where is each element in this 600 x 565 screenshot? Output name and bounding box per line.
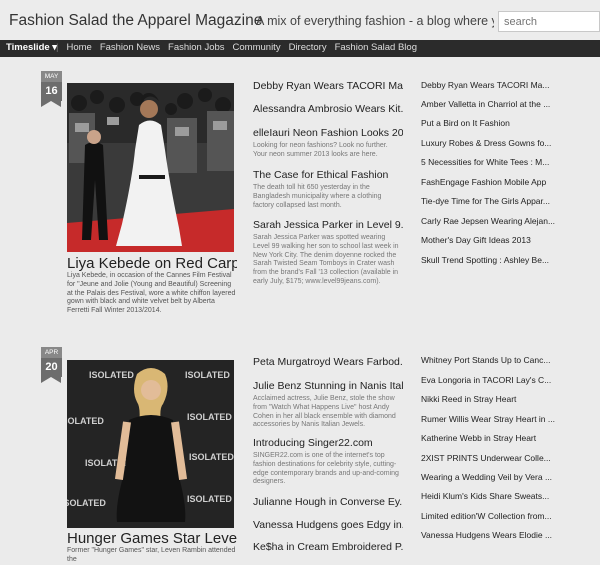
date-badge-day: 16	[41, 82, 62, 101]
post-excerpt: Looking for neon fashions? Look no furth…	[253, 142, 388, 158]
side-link[interactable]: FashEngage Fashion Mobile App	[421, 177, 600, 187]
side-link[interactable]: Skull Trend Spotting : Ashley Be...	[421, 255, 600, 265]
post-item[interactable]: Peta Murgatroyd Wears Farbod...	[253, 356, 403, 368]
backdrop-logo-text: ISOLATED	[67, 498, 106, 508]
side-link[interactable]: Whitney Port Stands Up to Canc...	[421, 355, 600, 365]
post-title[interactable]: Peta Murgatroyd Wears Farbod...	[253, 356, 403, 368]
red-carpet-photo	[67, 83, 234, 252]
post-title[interactable]: elleIauri Neon Fashion Looks 2013	[253, 127, 403, 139]
post-title[interactable]: Julie Benz Stunning in Nanis Ital...	[253, 380, 403, 392]
post-item[interactable]: Sarah Jessica Parker in Level 9... Sarah…	[253, 219, 403, 287]
search-input[interactable]	[498, 11, 600, 32]
post-item[interactable]: Ke$ha in Cream Embroidered P...	[253, 541, 403, 553]
post-item[interactable]: Julie Benz Stunning in Nanis Ital... Acc…	[253, 380, 403, 430]
side-link[interactable]: Put a Bird on It Fashion	[421, 118, 600, 128]
date-badge-month: APR	[41, 347, 62, 358]
post-title[interactable]: Debby Ryan Wears TACORI Ma...	[253, 80, 403, 92]
post-excerpt: The death toll hit 650 yesterday in the …	[253, 184, 382, 209]
post-item[interactable]: elleIauri Neon Fashion Looks 2013 Lookin…	[253, 127, 403, 160]
feature-excerpt: Former "Hunger Games" star, Leven Rambin…	[67, 547, 236, 563]
date-badge-tip	[41, 101, 61, 107]
side-link[interactable]: Limited edition'W Collection from...	[421, 511, 600, 521]
timeslide-dropdown[interactable]: Timeslide ▾	[6, 42, 57, 53]
post-title[interactable]: The Case for Ethical Fashion	[253, 169, 403, 181]
side-link[interactable]: Nikki Reed in Stray Heart	[421, 394, 600, 404]
post-title[interactable]: Ke$ha in Cream Embroidered P...	[253, 541, 403, 553]
nav-separator: |	[56, 42, 59, 53]
side-link[interactable]: Luxury Robes & Dress Gowns fo...	[421, 138, 600, 148]
post-title[interactable]: Introducing Singer22.com	[253, 437, 403, 449]
side-link[interactable]: Carly Rae Jepsen Wearing Alejan...	[421, 216, 600, 226]
side-link[interactable]: Amber Valletta in Charriol at the ...	[421, 99, 600, 109]
date-badge: MAY 16	[41, 71, 62, 107]
post-excerpt: SINGER22.com is one of the internet's to…	[253, 452, 399, 486]
side-link[interactable]: 2XIST PRINTS Underwear Colle...	[421, 453, 600, 463]
site-title[interactable]: Fashion Salad the Apparel Magazine	[9, 12, 262, 30]
side-link[interactable]: 5 Necessities for White Tees : M...	[421, 157, 600, 167]
side-link[interactable]: Mother's Day Gift Ideas 2013	[421, 235, 600, 245]
post-item[interactable]: Debby Ryan Wears TACORI Ma...	[253, 80, 403, 92]
site-header: Fashion Salad the Apparel Magazine A mix…	[0, 0, 600, 40]
post-item[interactable]: Introducing Singer22.com SINGER22.com is…	[253, 437, 403, 487]
post-title[interactable]: Alessandra Ambrosio Wears Kit...	[253, 103, 403, 115]
side-link[interactable]: Tie-dye Time for The Girls Appar...	[421, 196, 600, 206]
side-link[interactable]: Wearing a Wedding Veil by Vera ...	[421, 472, 600, 482]
feature-photo[interactable]: ISOLATED ISOLATED ISOLATED ISOLATED ISOL…	[67, 360, 234, 528]
backdrop-logo-text: ISOLATED	[189, 452, 234, 462]
backdrop-logo-text: ISOLATED	[187, 412, 232, 422]
nav-link-home[interactable]: Home	[66, 42, 91, 53]
backdrop-photo: ISOLATED ISOLATED ISOLATED ISOLATED ISOL…	[67, 360, 234, 528]
post-item[interactable]: Julianne Hough in Converse Ey...	[253, 496, 403, 508]
backdrop-logo-text: ISOLATED	[89, 370, 134, 380]
side-link[interactable]: Rumer Willis Wear Stray Heart in ...	[421, 414, 600, 424]
feature-title[interactable]: Hunger Games Star Leve...	[67, 530, 237, 547]
backdrop-logo-text: ISOLATED	[187, 494, 232, 504]
post-title[interactable]: Sarah Jessica Parker in Level 9...	[253, 219, 403, 231]
feature-excerpt: Liya Kebede, in occasion of the Cannes F…	[67, 272, 236, 315]
nav-bar: Timeslide ▾ | Home Fashion News Fashion …	[0, 40, 600, 57]
post-item[interactable]: The Case for Ethical Fashion The death t…	[253, 169, 403, 210]
side-link[interactable]: Debby Ryan Wears TACORI Ma...	[421, 80, 600, 90]
side-link[interactable]: Heidi Klum's Kids Share Sweats...	[421, 491, 600, 501]
date-badge-month: MAY	[41, 71, 62, 82]
side-link[interactable]: Eva Longoria in TACORI Lay's C...	[421, 375, 600, 385]
backdrop-logo-text: ISOLATED	[185, 370, 230, 380]
feature-photo[interactable]	[67, 83, 234, 252]
nav-link-directory[interactable]: Directory	[289, 42, 327, 53]
nav-link-fashion-news[interactable]: Fashion News	[100, 42, 160, 53]
nav-links: | Home Fashion News Fashion Jobs Communi…	[56, 42, 425, 53]
side-link[interactable]: Vanessa Hudgens Wears Elodie ...	[421, 530, 600, 540]
backdrop-logo-text: ISOLATED	[67, 416, 104, 426]
date-badge: APR 20	[41, 347, 62, 383]
post-excerpt: Sarah Jessica Parker was spotted wearing…	[253, 234, 399, 285]
nav-link-community[interactable]: Community	[233, 42, 281, 53]
post-title[interactable]: Vanessa Hudgens goes Edgy in...	[253, 519, 403, 531]
side-link[interactable]: Katherine Webb in Stray Heart	[421, 433, 600, 443]
post-item[interactable]: Alessandra Ambrosio Wears Kit...	[253, 103, 403, 115]
feature-title[interactable]: Liya Kebede on Red Carp...	[67, 255, 237, 272]
post-excerpt: Acclaimed actress, Julie Benz, stole the…	[253, 395, 396, 429]
site-tagline: A mix of everything fashion - a blog whe…	[256, 14, 494, 28]
date-badge-tip	[41, 377, 61, 383]
post-title[interactable]: Julianne Hough in Converse Ey...	[253, 496, 403, 508]
date-badge-day: 20	[41, 358, 62, 377]
nav-link-fashion-jobs[interactable]: Fashion Jobs	[168, 42, 225, 53]
nav-link-fashion-salad-blog[interactable]: Fashion Salad Blog	[335, 42, 417, 53]
post-item[interactable]: Vanessa Hudgens goes Edgy in...	[253, 519, 403, 531]
